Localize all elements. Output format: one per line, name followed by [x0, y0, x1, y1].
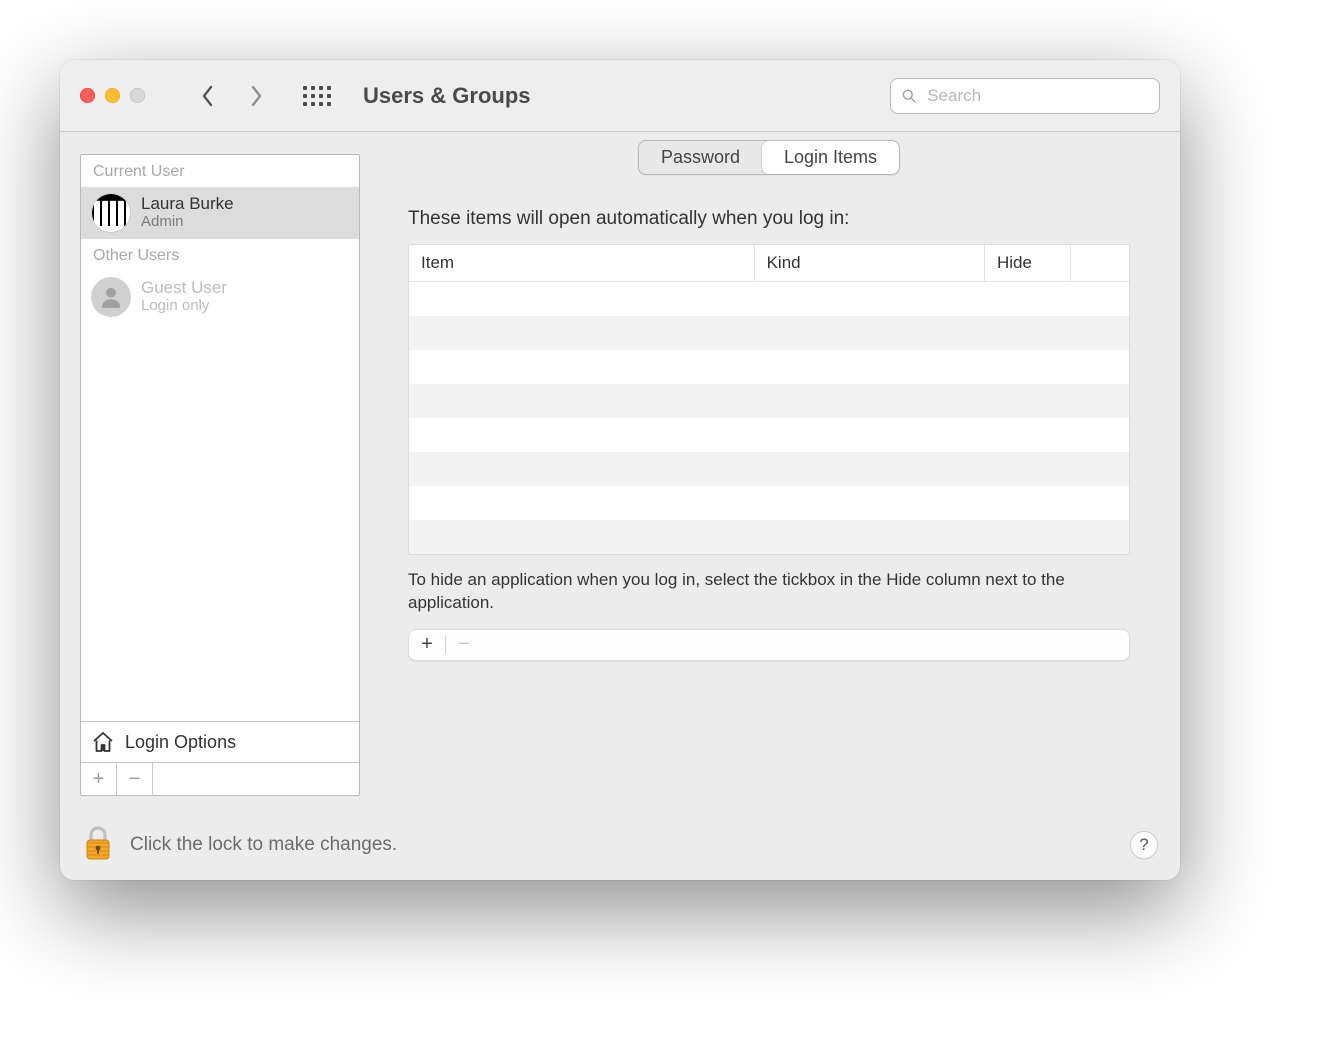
tab-bar: Password Login Items — [638, 140, 900, 175]
nav-arrows — [193, 81, 271, 111]
avatar — [91, 193, 131, 233]
chevron-right-icon — [248, 84, 264, 108]
add-login-item-button[interactable]: + — [409, 630, 445, 660]
preferences-window: Users & Groups Current User Laura Burke … — [60, 60, 1180, 880]
show-all-button[interactable] — [303, 86, 331, 106]
login-options-button[interactable]: Login Options — [81, 721, 359, 762]
window-title: Users & Groups — [363, 83, 531, 109]
table-row[interactable] — [409, 486, 1129, 520]
user-name: Laura Burke — [141, 195, 234, 214]
add-user-button[interactable]: + — [81, 763, 117, 795]
table-row[interactable] — [409, 520, 1129, 554]
lock-icon — [82, 823, 114, 863]
sidebar-user-guest[interactable]: Guest User Login only — [81, 271, 359, 323]
table-row[interactable] — [409, 384, 1129, 418]
content-area: Current User Laura Burke Admin Other Use… — [60, 132, 1180, 810]
login-items-add-remove: + − — [408, 629, 1130, 661]
table-row[interactable] — [409, 316, 1129, 350]
user-role: Admin — [141, 214, 234, 231]
remove-user-button[interactable]: − — [117, 763, 153, 795]
remove-login-item-button: − — [446, 630, 482, 660]
current-user-section-label: Current User — [81, 155, 359, 187]
column-item[interactable]: Item — [409, 245, 755, 281]
search-input[interactable] — [925, 85, 1149, 107]
table-row[interactable] — [409, 350, 1129, 384]
login-options-label: Login Options — [125, 732, 236, 753]
window-controls — [80, 88, 145, 103]
piano-keys-icon — [92, 194, 130, 232]
help-button[interactable]: ? — [1130, 831, 1158, 859]
main-panel: Password Login Items These items will op… — [378, 154, 1160, 796]
search-field[interactable] — [890, 78, 1160, 114]
login-items-intro: These items will open automatically when… — [408, 208, 1130, 230]
zoom-window-button — [130, 88, 145, 103]
footer: Click the lock to make changes. ? — [60, 810, 1180, 880]
lock-hint: Click the lock to make changes. — [130, 834, 397, 856]
lock-button[interactable] — [82, 823, 114, 868]
tab-login-items[interactable]: Login Items — [762, 141, 899, 174]
login-items-table: Item Kind Hide — [408, 244, 1130, 555]
table-body[interactable] — [409, 282, 1129, 554]
sidebar-user-current[interactable]: Laura Burke Admin — [81, 187, 359, 239]
table-header: Item Kind Hide — [409, 245, 1129, 282]
table-row[interactable] — [409, 282, 1129, 316]
minimize-window-button[interactable] — [105, 88, 120, 103]
column-pad — [1071, 245, 1129, 281]
column-kind[interactable]: Kind — [755, 245, 985, 281]
users-sidebar: Current User Laura Burke Admin Other Use… — [80, 154, 360, 796]
house-icon — [91, 730, 115, 754]
login-items-hint: To hide an application when you log in, … — [408, 569, 1130, 615]
table-row[interactable] — [409, 418, 1129, 452]
search-icon — [901, 87, 917, 105]
person-icon — [98, 284, 124, 310]
forward-button — [241, 81, 271, 111]
table-row[interactable] — [409, 452, 1129, 486]
sidebar-footer: + − — [81, 762, 359, 795]
user-role: Login only — [141, 298, 227, 315]
chevron-left-icon — [200, 84, 216, 108]
toolbar: Users & Groups — [60, 60, 1180, 132]
user-name: Guest User — [141, 279, 227, 298]
column-hide[interactable]: Hide — [985, 245, 1071, 281]
back-button[interactable] — [193, 81, 223, 111]
other-users-section-label: Other Users — [81, 239, 359, 271]
tab-password[interactable]: Password — [639, 141, 762, 174]
avatar — [91, 277, 131, 317]
close-window-button[interactable] — [80, 88, 95, 103]
